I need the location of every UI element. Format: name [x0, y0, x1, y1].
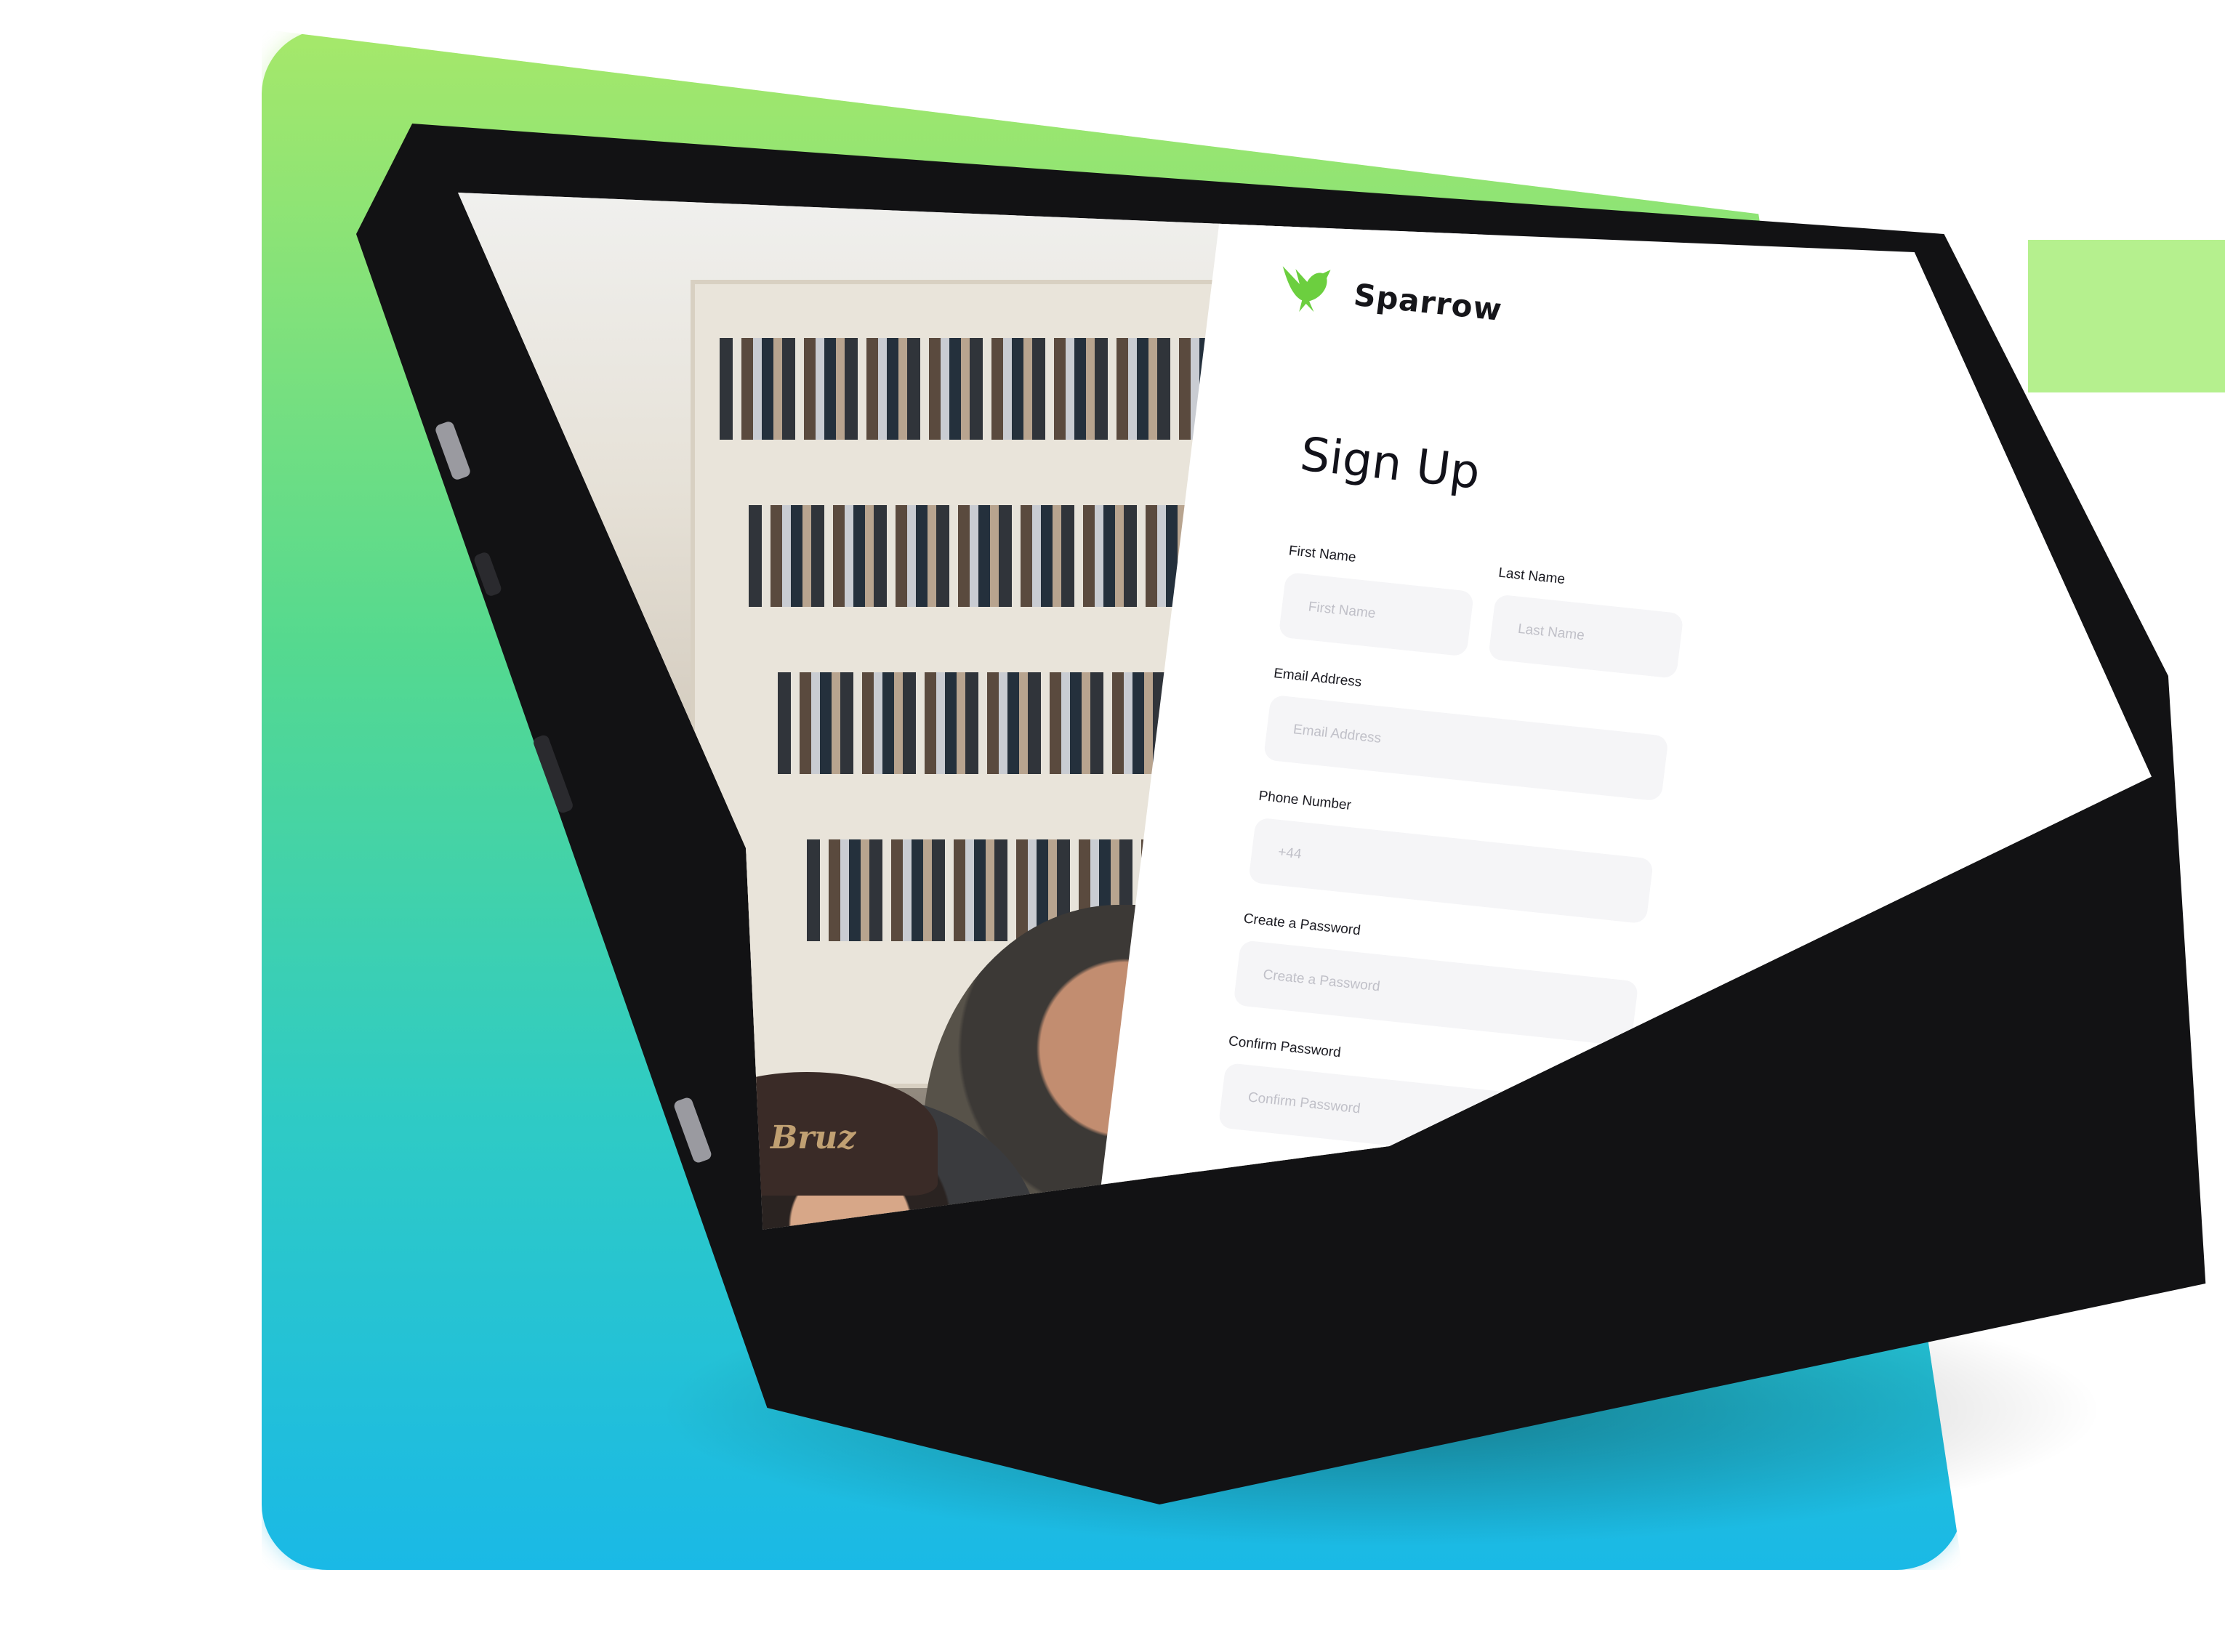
tablet-mockup: Bruz Sparrow Sign Up First Name Last Nam… [0, 0, 2225, 1652]
first-name-label: First Name [1287, 543, 1357, 565]
phone-label: Phone Number [1258, 788, 1353, 813]
corner-accent-shape [2020, 193, 2152, 400]
page-title: Sign Up [1297, 427, 1483, 500]
last-name-input[interactable] [1487, 594, 1684, 679]
first-name-input[interactable] [1278, 572, 1475, 657]
email-label: Email Address [1273, 666, 1363, 690]
brand-logo[interactable]: Sparrow [1274, 257, 1505, 339]
book-row [720, 338, 1228, 440]
sparrow-bird-icon [1282, 266, 1331, 313]
password-label: Create a Password [1242, 911, 1361, 939]
book-row [749, 505, 1243, 607]
password-input[interactable] [1233, 940, 1639, 1047]
cap-logo-text: Bruz [770, 1119, 856, 1156]
last-name-label: Last Name [1497, 565, 1566, 588]
brand-name: Sparrow [1351, 276, 1505, 328]
email-input[interactable] [1263, 694, 1669, 802]
phone-input[interactable] [1248, 817, 1654, 924]
confirm-password-label: Confirm Password [1227, 1033, 1342, 1061]
